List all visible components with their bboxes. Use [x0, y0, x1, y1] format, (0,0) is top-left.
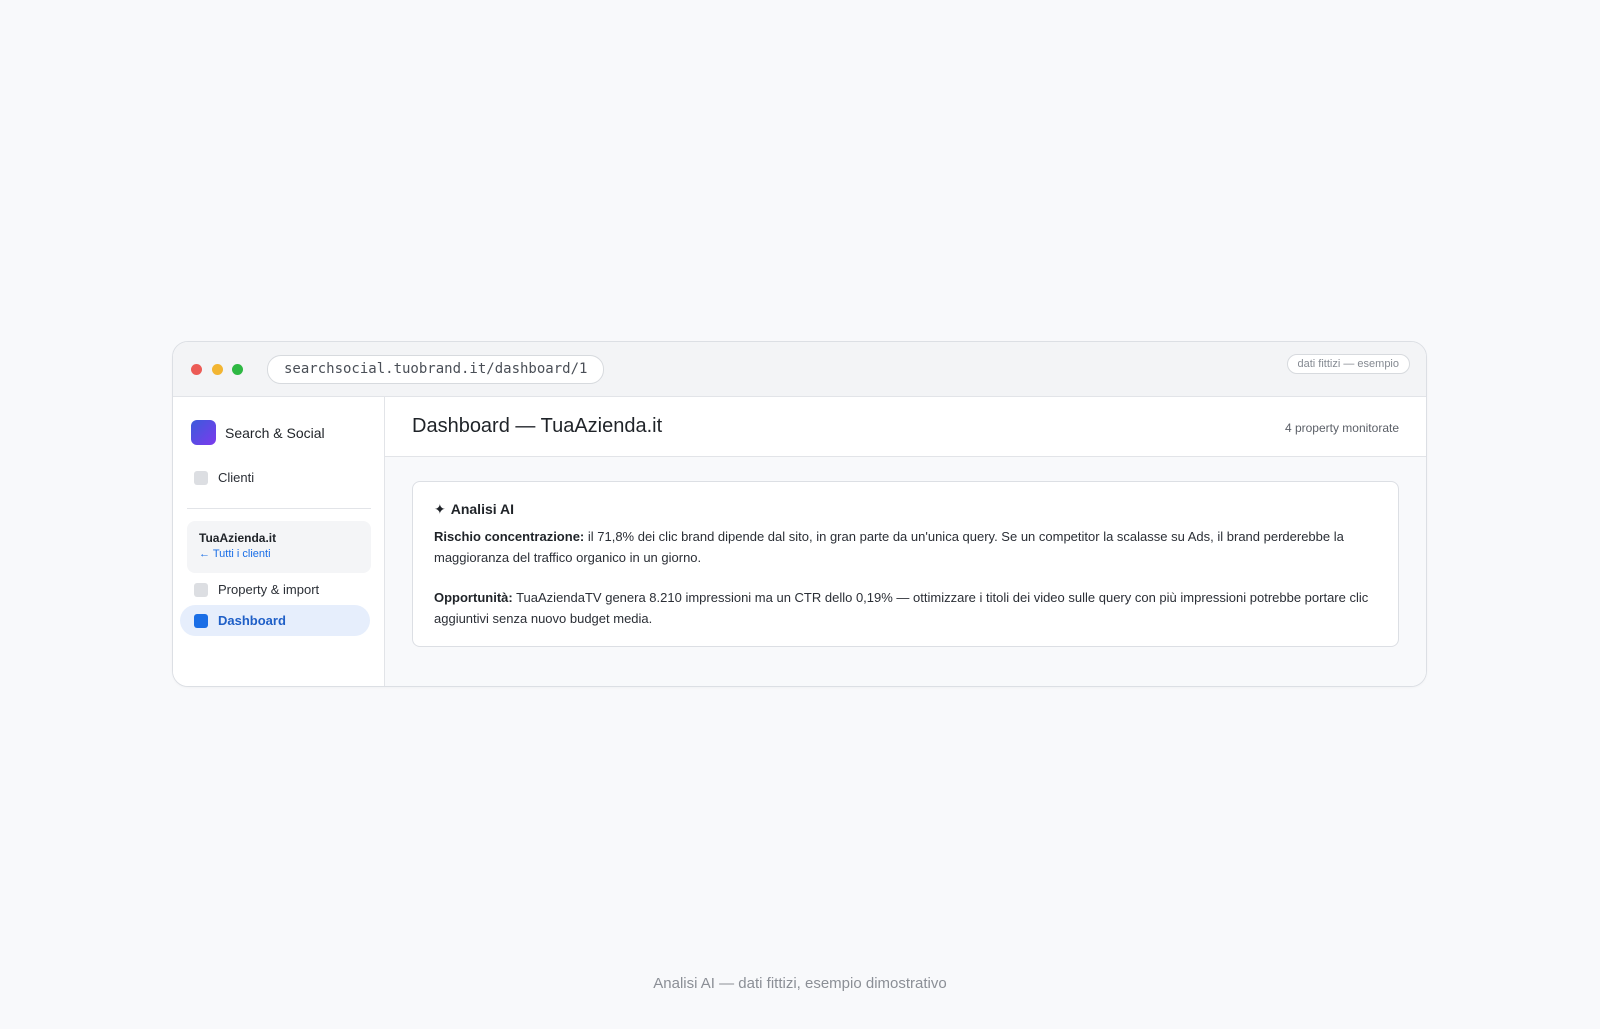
card-title: ✦ Analisi AI [434, 499, 1377, 519]
page-title: Dashboard — TuaAzienda.it [412, 415, 663, 437]
sample-data-badge: dati fittizi — esempio [1286, 354, 1410, 374]
current-client-name: TuaAzienda.it [199, 531, 277, 545]
insight-risk: Rischio concentrazione: il 71,8% dei cli… [434, 527, 1377, 568]
figure-caption: Analisi AI — dati fittizi, esempio dimos… [653, 975, 947, 992]
browser-window: searchsocial.tuobrand.it/dashboard/1 dat… [172, 341, 1427, 687]
close-window-button[interactable] [191, 364, 202, 375]
page-header: Dashboard — TuaAzienda.it 4 property mon… [385, 397, 1426, 457]
window-titlebar: searchsocial.tuobrand.it/dashboard/1 dat… [173, 342, 1426, 397]
maximize-window-button[interactable] [232, 364, 243, 375]
sidebar-item-label: Property & import [218, 582, 320, 597]
sidebar-divider [187, 508, 371, 509]
sidebar-item-label: Dashboard [218, 613, 286, 628]
brand[interactable]: Search & Social [191, 420, 325, 445]
property-count: 4 property monitorate [1284, 421, 1399, 435]
current-client-card: TuaAzienda.it ← Tutti i clienti [187, 521, 371, 573]
insight-label: Opportunità: [434, 590, 513, 605]
property-icon [194, 582, 208, 597]
address-bar[interactable]: searchsocial.tuobrand.it/dashboard/1 [267, 355, 605, 384]
insight-opportunity: Opportunità: TuaAziendaTV genera 8.210 i… [434, 588, 1377, 629]
sidebar-item-property-import[interactable]: Property & import [180, 574, 370, 605]
all-clients-link[interactable]: ← Tutti i clienti [199, 546, 359, 562]
main-content: Dashboard — TuaAzienda.it 4 property mon… [385, 397, 1426, 686]
clients-icon [194, 470, 208, 485]
sidebar: Search & Social Clienti TuaAzienda.it ← … [173, 397, 385, 686]
brand-name: Search & Social [225, 424, 325, 441]
sidebar-item-dashboard[interactable]: Dashboard [180, 605, 370, 636]
card-title-text: Analisi AI [450, 501, 515, 517]
ai-analysis-card: ✦ Analisi AI Rischio concentrazione: il 7… [412, 481, 1399, 647]
insight-text: TuaAziendaTV genera 8.210 impressioni ma… [434, 590, 1369, 626]
sidebar-item-label: Clienti [218, 470, 255, 485]
dashboard-icon [194, 613, 208, 628]
insight-label: Rischio concentrazione: [434, 529, 585, 544]
brand-logo-icon [191, 420, 216, 445]
minimize-window-button[interactable] [212, 364, 223, 375]
sparkle-icon: ✦ [434, 501, 446, 517]
sidebar-item-clienti[interactable]: Clienti [180, 462, 370, 493]
